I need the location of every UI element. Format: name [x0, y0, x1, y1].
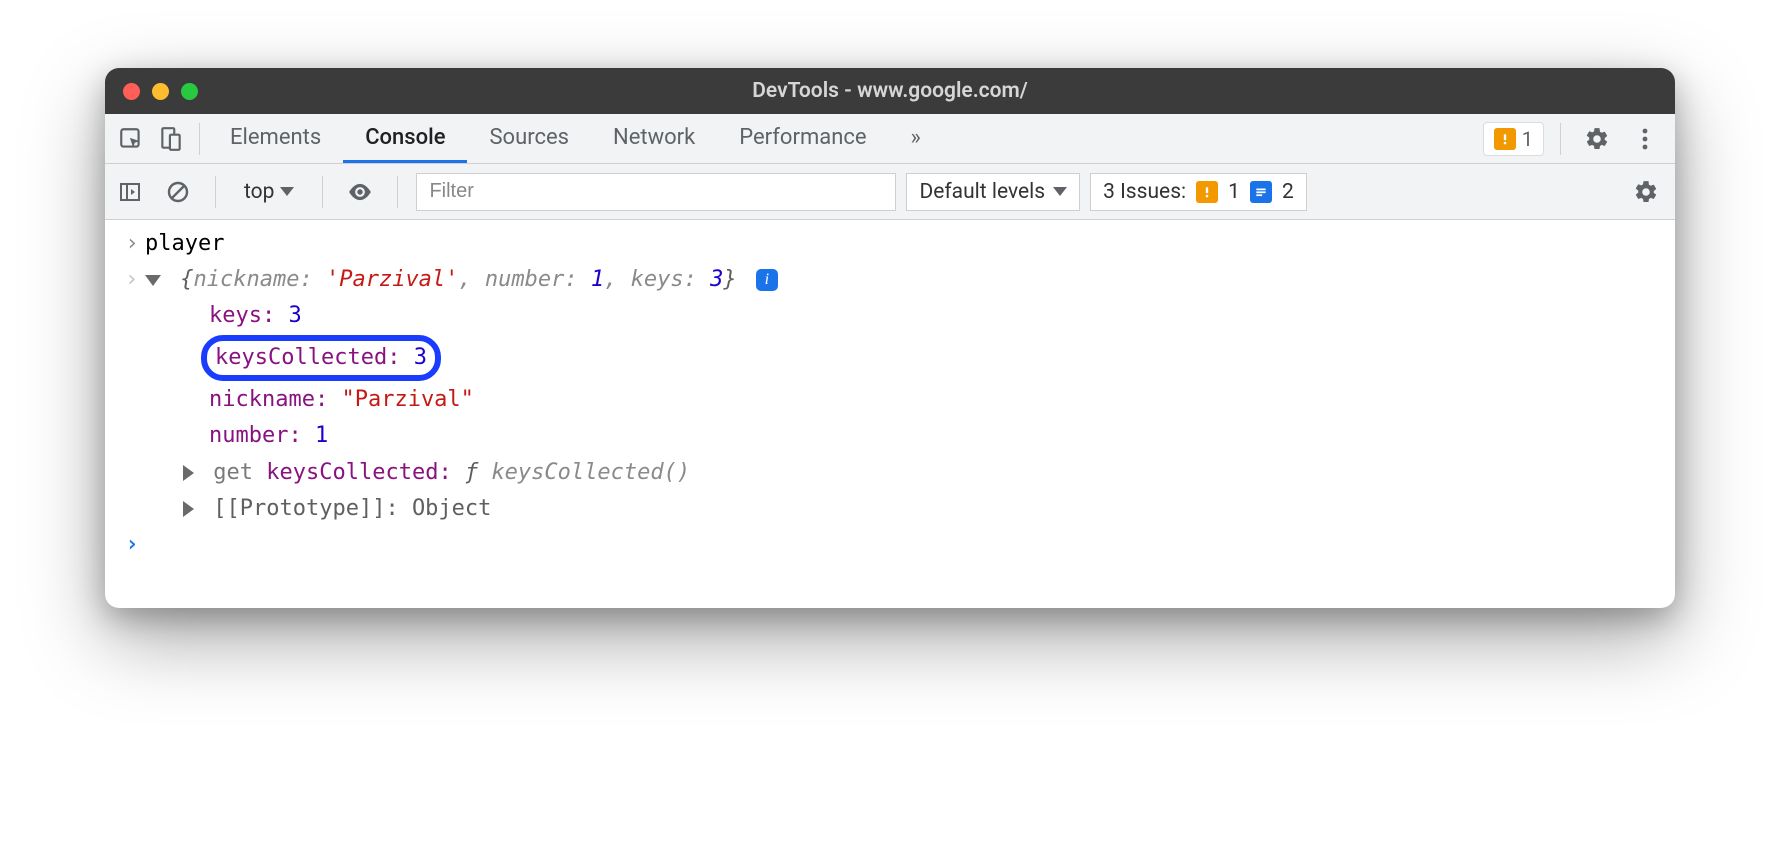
log-levels-selector[interactable]: Default levels: [906, 173, 1080, 211]
prop-key: number: [209, 423, 288, 448]
tab-performance[interactable]: Performance: [717, 114, 888, 163]
info-icon: [1250, 181, 1272, 203]
disclosure-triangle-icon[interactable]: [183, 501, 194, 517]
prop-value: 3: [288, 303, 301, 328]
prop-value: 3: [414, 345, 427, 370]
devtools-window: DevTools - www.google.com/ Elements Cons…: [105, 68, 1675, 608]
context-label: top: [244, 180, 274, 204]
separator: [322, 176, 323, 208]
tab-sources[interactable]: Sources: [467, 114, 591, 163]
warn-count: 1: [1522, 127, 1533, 151]
toggle-sidebar-icon[interactable]: [111, 173, 149, 211]
brace-close: }: [723, 267, 736, 292]
live-expression-icon[interactable]: [341, 173, 379, 211]
object-getter-row[interactable]: get keysCollected: ƒ keysCollected(): [105, 455, 1675, 491]
prop-key: keysCollected: [215, 345, 387, 370]
titlebar: DevTools - www.google.com/: [105, 68, 1675, 114]
issues-summary[interactable]: 3 Issues: 1 2: [1090, 173, 1307, 211]
object-property-row[interactable]: number: 1: [105, 418, 1675, 454]
prop-value: 1: [315, 423, 328, 448]
output-chevron-icon: ‹: [125, 263, 138, 297]
object-prototype-row[interactable]: [[Prototype]]: Object: [105, 491, 1675, 527]
console-output: › player ‹ {nickname: 'Parzival', number…: [105, 220, 1675, 573]
traffic-lights: [105, 83, 198, 100]
tab-elements[interactable]: Elements: [208, 114, 343, 163]
issues-warn-pill[interactable]: 1: [1483, 122, 1544, 156]
more-menu-icon[interactable]: [1625, 119, 1665, 159]
separator: [1560, 123, 1561, 155]
prop-key: keys: [209, 303, 262, 328]
context-selector[interactable]: top: [234, 176, 304, 208]
console-input-row: › player: [105, 226, 1675, 262]
prop-value: "Parzival": [341, 387, 473, 412]
filter-input[interactable]: [416, 173, 896, 211]
issues-info-count: 2: [1282, 180, 1294, 204]
prop-key: nickname: [209, 387, 315, 412]
tabs-overflow-button[interactable]: »: [889, 114, 943, 163]
warning-icon: [1494, 128, 1516, 150]
object-property-row-highlighted[interactable]: keysCollected: 3: [105, 334, 1675, 382]
minimize-window-button[interactable]: [152, 83, 169, 100]
console-filterbar: top Default levels 3 Issues: 1 2: [105, 164, 1675, 220]
separator: [199, 123, 200, 155]
console-settings-icon[interactable]: [1627, 173, 1665, 211]
separator: [397, 176, 398, 208]
disclosure-triangle-icon[interactable]: [145, 275, 161, 286]
maximize-window-button[interactable]: [181, 83, 198, 100]
object-property-row[interactable]: nickname: "Parzival": [105, 382, 1675, 418]
device-toolbar-icon[interactable]: [151, 119, 191, 159]
chevron-down-icon: [280, 187, 294, 196]
levels-label: Default levels: [919, 180, 1045, 204]
object-property-row[interactable]: keys: 3: [105, 298, 1675, 334]
tab-console[interactable]: Console: [343, 114, 467, 163]
close-window-button[interactable]: [123, 83, 140, 100]
console-input-text: player: [145, 227, 1661, 261]
separator: [215, 176, 216, 208]
prompt-chevron-icon: ›: [125, 528, 138, 562]
info-badge-icon[interactable]: i: [756, 269, 778, 291]
console-prompt-row[interactable]: ›: [105, 527, 1675, 563]
chevron-down-icon: [1053, 187, 1067, 196]
console-output-row[interactable]: ‹ {nickname: 'Parzival', number: 1, keys…: [105, 262, 1675, 298]
inspect-element-icon[interactable]: [111, 119, 151, 159]
issues-warn-count: 1: [1228, 180, 1240, 204]
devtools-tabbar: Elements Console Sources Network Perform…: [105, 114, 1675, 164]
issues-label: 3 Issues:: [1103, 180, 1186, 204]
brace-open: {: [180, 267, 193, 292]
warning-icon: [1196, 181, 1218, 203]
window-title: DevTools - www.google.com/: [105, 79, 1675, 103]
clear-console-icon[interactable]: [159, 173, 197, 211]
disclosure-triangle-icon[interactable]: [183, 465, 194, 481]
input-chevron-icon: ›: [125, 227, 138, 261]
settings-icon[interactable]: [1577, 119, 1617, 159]
tab-network[interactable]: Network: [591, 114, 717, 163]
highlight-annotation: keysCollected: 3: [201, 335, 441, 381]
